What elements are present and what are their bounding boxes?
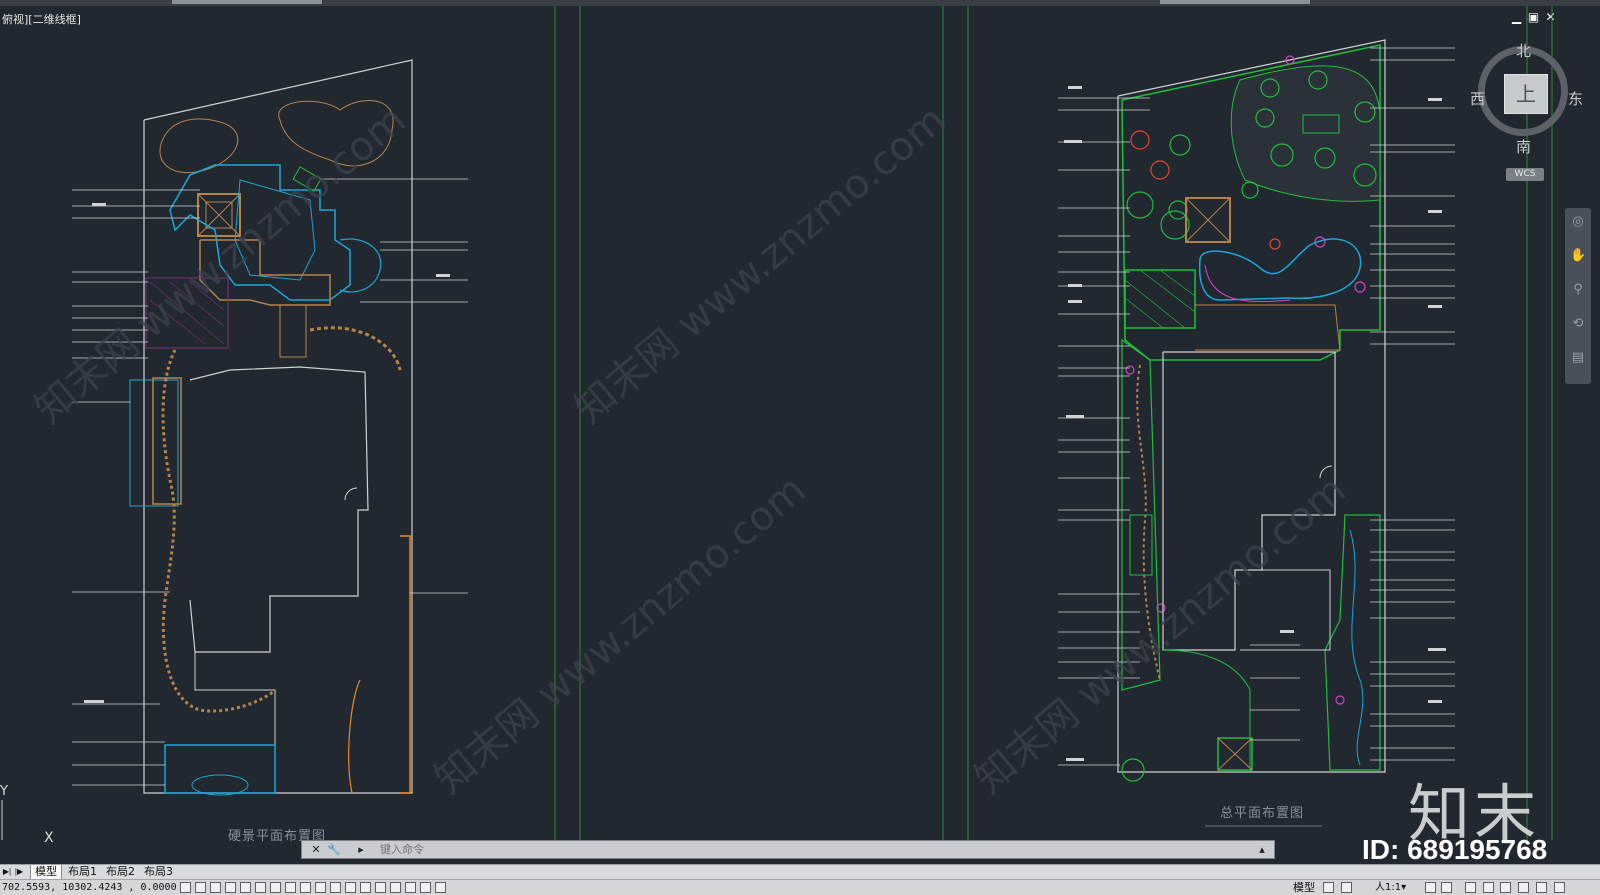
tab-model[interactable]: 模型 xyxy=(30,865,62,880)
lock-ui-icon[interactable] xyxy=(1483,882,1494,893)
viewcube-top-face[interactable]: 上 xyxy=(1504,74,1548,114)
showmotion-icon[interactable]: ▤ xyxy=(1570,350,1586,366)
compass-north[interactable]: 北 xyxy=(1516,40,1531,61)
hardscape-plan xyxy=(72,59,468,796)
command-line: ✕ 🔧 ▸ ▴ xyxy=(301,840,1275,859)
paved-walk-right xyxy=(1129,514,1153,576)
ucs-x-label: X xyxy=(44,830,54,846)
file-tab-indicator[interactable] xyxy=(172,0,322,4)
object-snap-icon[interactable] xyxy=(255,882,266,893)
3d-object-snap-icon[interactable] xyxy=(270,882,281,893)
selection-cycling-icon[interactable] xyxy=(375,882,386,893)
water-strip-right xyxy=(1349,529,1364,766)
clean-screen-icon[interactable] xyxy=(1536,882,1547,893)
workspace-icon[interactable] xyxy=(405,882,416,893)
tab-last-icon[interactable]: |▶ xyxy=(14,866,24,877)
steering-wheel-icon[interactable]: ◎ xyxy=(1570,214,1586,230)
annotation-monitor-icon[interactable] xyxy=(390,882,401,893)
tab-layout2[interactable]: 布局2 xyxy=(102,865,139,879)
quick-view-drawings-icon[interactable] xyxy=(1341,882,1352,893)
lower-curve xyxy=(348,679,361,794)
cursor-coordinates: 702.5593, 10302.4243 , 0.0000 xyxy=(2,882,177,893)
navigation-bar: ◎ ✋ ⚲ ⟲ ▤ xyxy=(1565,208,1591,384)
drawing-canvas[interactable] xyxy=(0,6,1600,840)
boardwalk xyxy=(279,304,307,358)
deck-right xyxy=(1195,304,1341,351)
wcs-menu-button[interactable]: WCS xyxy=(1506,168,1544,181)
master-plan xyxy=(1058,39,1455,827)
file-tab-indicator-2[interactable] xyxy=(1160,0,1310,4)
annotation-scale[interactable]: 人1:1▾ xyxy=(1375,881,1406,894)
leader-lines-right-hardscape xyxy=(320,178,468,594)
dynamic-ucs-icon[interactable] xyxy=(300,882,311,893)
auto-scale-icon[interactable] xyxy=(1441,882,1452,893)
command-close-icon[interactable]: ✕ xyxy=(308,842,324,857)
tab-layout3[interactable]: 布局3 xyxy=(140,865,177,879)
pond-edge-magenta xyxy=(1204,264,1291,303)
paved-plaza xyxy=(1230,65,1381,202)
units-icon[interactable] xyxy=(435,882,446,893)
stepping-path-arc xyxy=(309,326,402,371)
bottom-patio xyxy=(164,744,276,794)
paved-walk xyxy=(152,377,182,505)
compass-west[interactable]: 西 xyxy=(1470,88,1485,109)
isolate-objects-icon[interactable] xyxy=(1518,882,1529,893)
watermark-id: ID: 689195768 xyxy=(1362,834,1548,865)
workspace-switching-icon[interactable] xyxy=(1465,882,1476,893)
garden-path xyxy=(161,349,277,713)
command-input[interactable] xyxy=(380,842,1240,857)
status-customize-icon[interactable] xyxy=(1554,882,1565,893)
zoom-icon[interactable]: ⚲ xyxy=(1570,282,1586,298)
command-history-up-icon[interactable]: ▴ xyxy=(1254,842,1270,857)
tab-layout1[interactable]: 布局1 xyxy=(64,865,101,879)
viewcube[interactable]: 上 北 南 西 东 WCS xyxy=(1466,38,1586,181)
layout-tabs: ▶| |▶ 模型 布局1 布局2 布局3 xyxy=(0,864,1600,880)
pergola-right-hatch xyxy=(1124,269,1196,329)
property-line-orange xyxy=(400,535,411,794)
ucs-y-label: Y xyxy=(0,784,8,799)
grid-display-icon[interactable] xyxy=(210,882,221,893)
annotation-marks-left xyxy=(84,203,450,703)
dynamic-input-icon[interactable] xyxy=(315,882,326,893)
ucs-icon xyxy=(1,800,3,840)
pond-right xyxy=(1198,238,1362,301)
building-footprint xyxy=(189,366,369,653)
compass-south[interactable]: 南 xyxy=(1516,136,1531,157)
orbit-icon[interactable]: ⟲ xyxy=(1570,316,1586,332)
model-space-label[interactable]: 模型 xyxy=(1293,881,1315,894)
snap-mode-icon[interactable] xyxy=(195,882,206,893)
ortho-mode-icon[interactable] xyxy=(225,882,236,893)
quick-view-layouts-icon[interactable] xyxy=(1323,882,1334,893)
driveway-edge xyxy=(194,652,276,793)
pergola-right xyxy=(1124,269,1196,329)
object-snap-tracking-icon[interactable] xyxy=(285,882,296,893)
command-customize-icon[interactable]: 🔧 xyxy=(326,842,342,857)
round-paving xyxy=(191,774,249,796)
status-bar: 702.5593, 10302.4243 , 0.0000 模型 人1:1▾ xyxy=(0,879,1600,895)
pan-hand-icon[interactable]: ✋ xyxy=(1570,248,1586,264)
master-plan-title: 总平面布置图 xyxy=(1220,806,1305,821)
transparency-icon[interactable] xyxy=(345,882,356,893)
command-prompt-icon[interactable]: ▸ xyxy=(348,842,374,857)
infer-constraints-icon[interactable] xyxy=(180,882,191,893)
quick-properties-icon[interactable] xyxy=(360,882,371,893)
compass-east[interactable]: 东 xyxy=(1568,88,1583,109)
gizmo-icon[interactable] xyxy=(420,882,431,893)
lineweight-icon[interactable] xyxy=(330,882,341,893)
polar-tracking-icon[interactable] xyxy=(240,882,251,893)
annotation-visibility-icon[interactable] xyxy=(1425,882,1436,893)
hardware-acceleration-icon[interactable] xyxy=(1500,882,1511,893)
door-arc xyxy=(344,487,358,501)
tab-first-icon[interactable]: ▶| xyxy=(2,866,12,877)
